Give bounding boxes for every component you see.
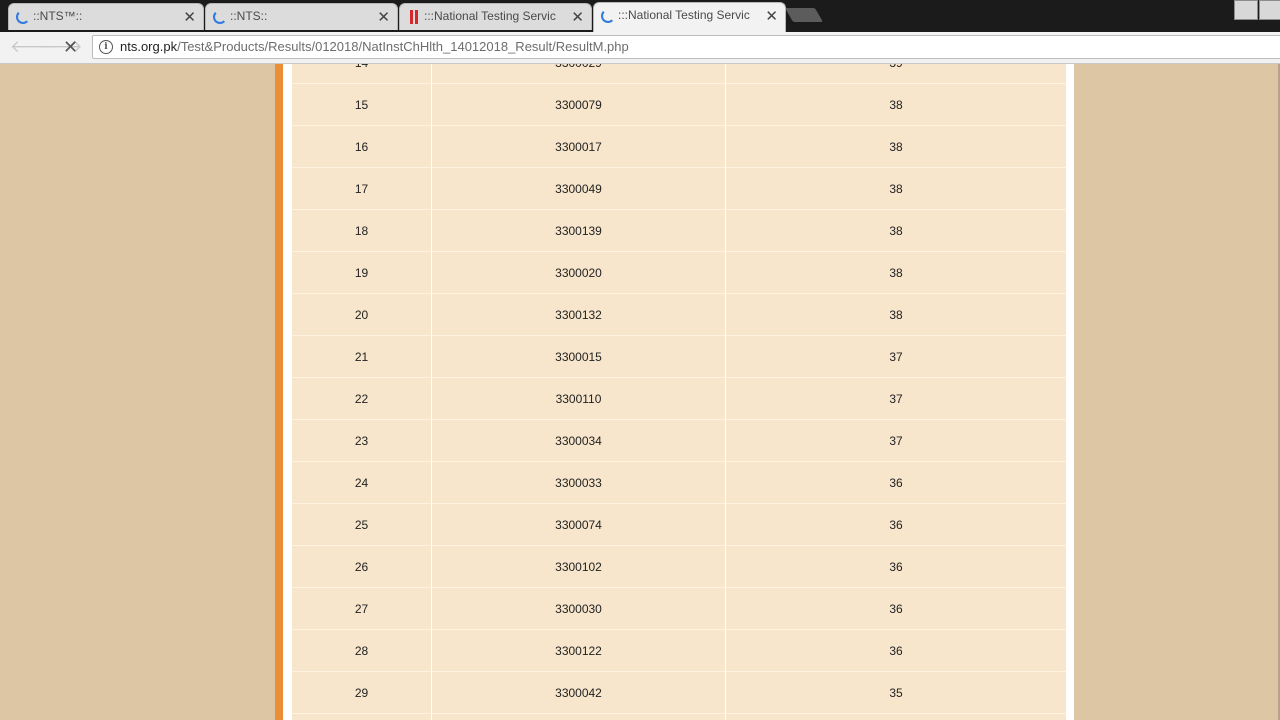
tab-title: :::National Testing Servic <box>424 9 556 23</box>
browser-tab-1[interactable]: ::NTS™:: ✕ <box>8 3 204 30</box>
roll-number-cell: 3300110 <box>431 378 726 420</box>
serial-number-cell: 23 <box>354 434 369 448</box>
serial-number-cell: 17 <box>354 182 369 196</box>
marks-cell: 38 <box>889 140 903 154</box>
tab-title: ::NTS™:: <box>33 9 83 23</box>
roll-number-cell: 3300015 <box>431 336 726 378</box>
serial-number-cell: 22 <box>354 392 369 406</box>
roll-number-cell: 3300020 <box>431 252 726 294</box>
url-path: /Test&Products/Results/012018/NatInstChH… <box>177 39 629 54</box>
table-row: 22 3300110 37 <box>292 378 1066 420</box>
browser-toolbar: 🡐 🡒 ✕ i nts.org.pk/Test&Products/Results… <box>0 32 1280 64</box>
serial-number-cell: 30 <box>292 714 431 720</box>
marks-cell: 37 <box>889 434 903 448</box>
roll-number-cell: 3300029 <box>431 64 726 84</box>
minimize-button[interactable] <box>1259 0 1280 20</box>
roll-number-cell: 3300139 <box>431 210 726 252</box>
tab-strip: ::NTS™:: ✕ ::NTS:: ✕ :::National Testing… <box>0 0 1280 32</box>
table-row: 21 3300015 37 <box>292 336 1066 378</box>
table-row: 18 3300139 38 <box>292 210 1066 252</box>
serial-number-cell: 29 <box>354 686 369 700</box>
marks-cell: 36 <box>889 602 903 616</box>
loading-spinner-icon <box>16 10 30 24</box>
marks-cell: 36 <box>889 644 903 658</box>
stop-loading-icon[interactable]: ✕ <box>63 37 78 57</box>
tab-title: :::National Testing Servic <box>618 8 750 22</box>
roll-number-cell: 3300034 <box>431 420 726 462</box>
serial-number-cell: 18 <box>354 224 369 238</box>
serial-number-cell: 25 <box>354 518 369 532</box>
roll-number-cell: 3300102 <box>431 546 726 588</box>
browser-tab-3[interactable]: :::National Testing Servic ✕ <box>399 3 592 30</box>
table-row: 27 3300030 36 <box>292 588 1066 630</box>
serial-number-cell: 14 <box>292 64 431 84</box>
table-row: 24 3300033 36 <box>292 462 1066 504</box>
marks-cell: 37 <box>889 350 903 364</box>
marks-cell: 36 <box>889 560 903 574</box>
table-row: 16 3300017 38 <box>292 126 1066 168</box>
roll-number-cell: 3300122 <box>431 630 726 672</box>
loading-spinner-icon <box>213 10 227 24</box>
marks-cell: 39 <box>726 64 1066 84</box>
serial-number-cell: 21 <box>354 350 369 364</box>
marks-cell: 37 <box>889 392 903 406</box>
close-tab-icon[interactable]: ✕ <box>765 3 778 30</box>
marks-cell: 35 <box>726 714 1066 720</box>
roll-number-cell: 3300017 <box>431 126 726 168</box>
roll-number-cell: 3300132 <box>431 294 726 336</box>
marks-cell: 38 <box>889 98 903 112</box>
marks-cell: 38 <box>889 266 903 280</box>
serial-number-cell: 19 <box>354 266 369 280</box>
roll-number-cell: 3300056 <box>431 714 726 720</box>
profile-icon[interactable] <box>1234 0 1258 20</box>
serial-number-cell: 20 <box>354 308 369 322</box>
roll-number-cell: 3300049 <box>431 168 726 210</box>
info-icon[interactable]: i <box>99 40 113 54</box>
close-tab-icon[interactable]: ✕ <box>571 4 584 31</box>
roll-number-cell: 3300074 <box>431 504 726 546</box>
accent-bar <box>275 64 283 720</box>
tab-title: ::NTS:: <box>230 9 268 23</box>
marks-cell: 36 <box>889 518 903 532</box>
table-row: 19 3300020 38 <box>292 252 1066 294</box>
marks-cell: 35 <box>889 686 903 700</box>
nts-favicon-icon <box>410 10 418 24</box>
roll-number-cell: 3300042 <box>431 672 726 714</box>
serial-number-cell: 16 <box>354 140 369 154</box>
serial-number-cell: 28 <box>354 644 369 658</box>
marks-cell: 38 <box>889 182 903 196</box>
table-row: 14330002939 <box>292 64 1066 84</box>
roll-number-cell: 3300030 <box>431 588 726 630</box>
roll-number-cell: 3300033 <box>431 462 726 504</box>
table-row: 29 3300042 35 <box>292 672 1066 714</box>
new-tab-button[interactable] <box>784 8 824 22</box>
serial-number-cell: 26 <box>354 560 369 574</box>
serial-number-cell: 27 <box>354 602 369 616</box>
browser-tab-2[interactable]: ::NTS:: ✕ <box>205 3 398 30</box>
table-row: 26 3300102 36 <box>292 546 1066 588</box>
marks-cell: 38 <box>889 308 903 322</box>
table-row: 17 3300049 38 <box>292 168 1066 210</box>
table-row: 30330005635 <box>292 714 1066 720</box>
browser-tab-4-active[interactable]: :::National Testing Servic ✕ <box>593 2 786 32</box>
close-tab-icon[interactable]: ✕ <box>377 4 390 31</box>
table-row: 25 3300074 36 <box>292 504 1066 546</box>
url-host: nts.org.pk <box>120 39 178 54</box>
marks-cell: 36 <box>889 476 903 490</box>
table-row: 20 3300132 38 <box>292 294 1066 336</box>
roll-number-cell: 3300079 <box>431 84 726 126</box>
url-text[interactable]: nts.org.pk/Test&Products/Results/012018/… <box>120 36 629 58</box>
marks-cell: 38 <box>889 224 903 238</box>
table-row: 23 3300034 37 <box>292 420 1066 462</box>
table-row: 28 3300122 36 <box>292 630 1066 672</box>
address-bar[interactable]: i nts.org.pk/Test&Products/Results/01201… <box>92 35 1280 59</box>
table-row: 15 3300079 38 <box>292 84 1066 126</box>
serial-number-cell: 24 <box>354 476 369 490</box>
loading-spinner-icon <box>601 9 615 23</box>
results-table: 14330002939 15 3300079 38 16 3300017 38 17 33000… <box>292 64 1066 720</box>
page-viewport: 14330002939 15 3300079 38 16 3300017 38 17 33000… <box>0 64 1280 720</box>
close-tab-icon[interactable]: ✕ <box>183 4 196 31</box>
serial-number-cell: 15 <box>354 98 369 112</box>
